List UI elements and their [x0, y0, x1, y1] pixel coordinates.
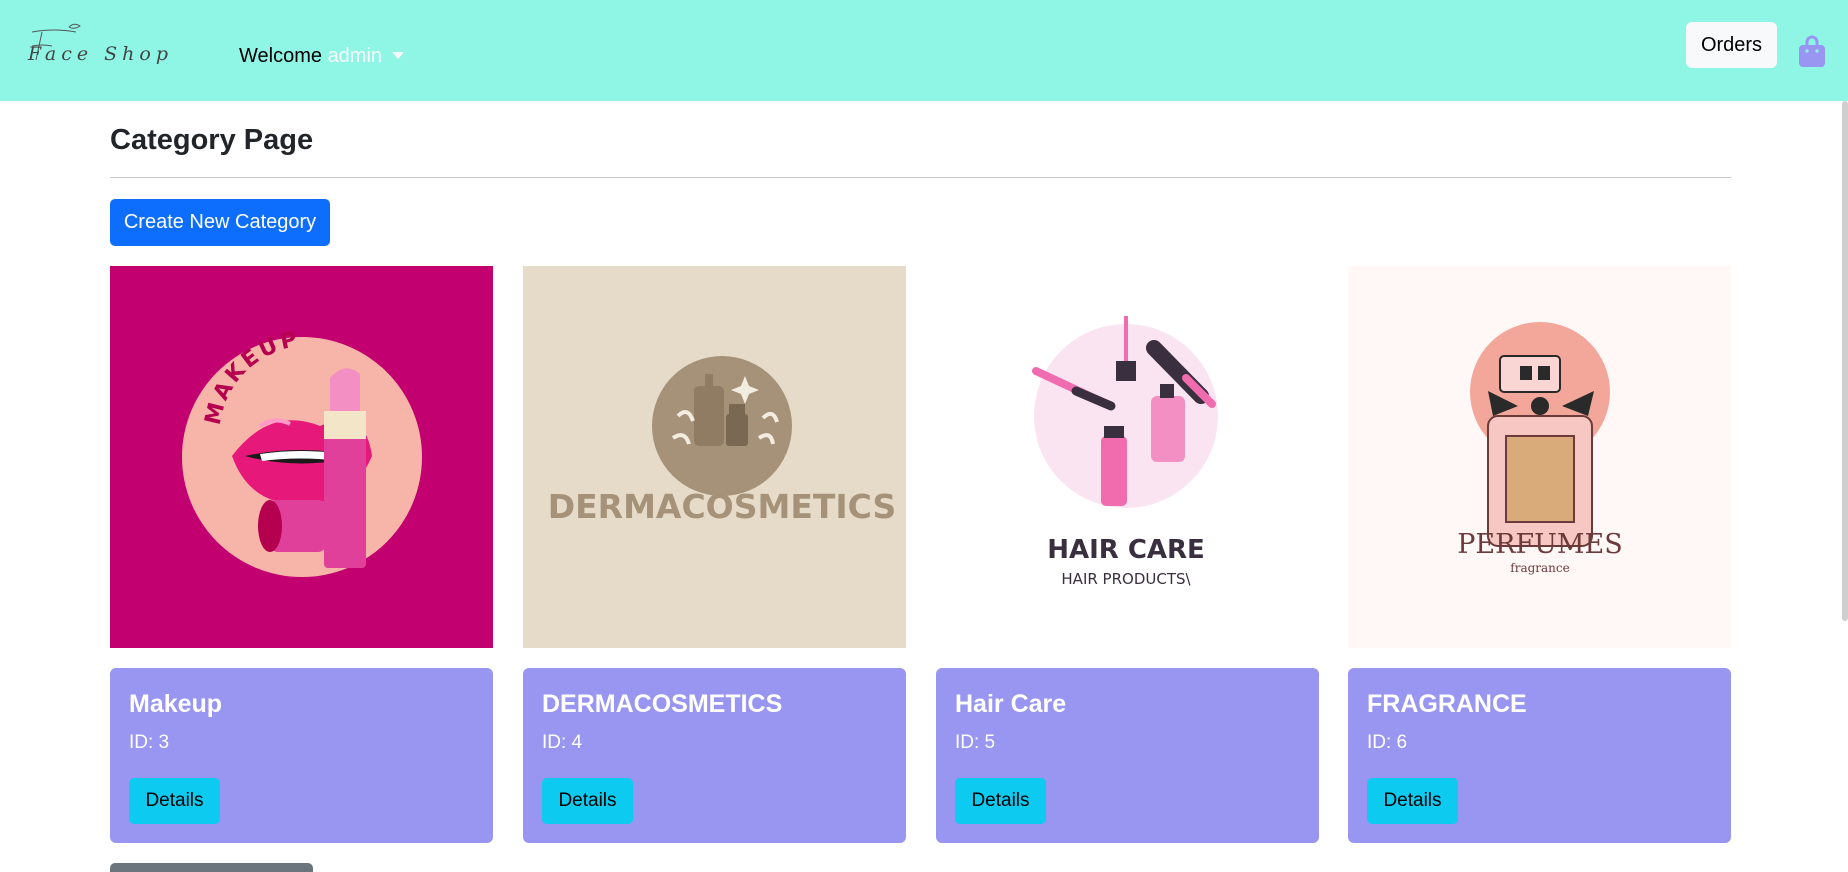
category-image-dermacosmetics[interactable]: DERMACOSMETICS	[523, 266, 906, 648]
category-id: ID: 6	[1367, 732, 1408, 753]
title-divider	[110, 177, 1731, 178]
brand-text: Face Shop	[27, 43, 173, 65]
category-id: ID: 3	[129, 732, 170, 753]
username: admin	[327, 45, 383, 67]
details-button-dermacosmetics[interactable]: Details	[542, 778, 633, 824]
dermacosmetics-image-text: DERMACOSMETICS	[548, 487, 897, 526]
category-card-fragrance: FRAGRANCE ID: 6 Details	[1348, 668, 1731, 843]
fragrance-image-subtext: fragrance	[1510, 561, 1569, 575]
category-id: ID: 5	[955, 732, 996, 753]
category-id: ID: 4	[542, 732, 583, 753]
vertical-scrollbar[interactable]	[1842, 101, 1848, 621]
category-card-dermacosmetics: DERMACOSMETICS ID: 4 Details	[523, 668, 906, 843]
hair-care-image-subtext: HAIR PRODUCTS\	[1061, 570, 1191, 588]
welcome-dropdown[interactable]: Welcome admin	[239, 45, 405, 68]
navbar: Face Shop Welcome admin Orders	[0, 0, 1848, 101]
details-button-hair-care[interactable]: Details	[955, 778, 1046, 824]
welcome-prefix: Welcome	[239, 45, 322, 67]
category-name: FRAGRANCE	[1367, 690, 1527, 718]
category-card-makeup: Makeup ID: 3 Details	[110, 668, 493, 843]
category-name: Hair Care	[955, 690, 1067, 718]
caret-down-icon	[392, 52, 405, 59]
category-image-fragrance[interactable]: PERFUMES fragrance	[1348, 266, 1731, 648]
category-card-hair-care: Hair Care ID: 5 Details	[936, 668, 1319, 843]
details-button-fragrance[interactable]: Details	[1367, 778, 1458, 824]
secondary-button[interactable]	[110, 863, 313, 872]
category-image-hair-care[interactable]: HAIR CARE HAIR PRODUCTS\	[936, 266, 1319, 648]
orders-button[interactable]: Orders	[1686, 22, 1777, 68]
hair-care-image-text: HAIR CARE	[1047, 535, 1205, 565]
create-new-category-button[interactable]: Create New Category	[110, 199, 330, 246]
details-button-makeup[interactable]: Details	[129, 778, 220, 824]
fragrance-image-text: PERFUMES	[1457, 529, 1623, 560]
category-name: Makeup	[129, 690, 223, 718]
face-shop-logo[interactable]: Face Shop	[24, 22, 214, 72]
shopping-bag-icon[interactable]	[1798, 34, 1826, 68]
category-image-makeup[interactable]: MAKEUP	[110, 266, 493, 648]
page-title: Category Page	[110, 124, 314, 156]
category-name: DERMACOSMETICS	[542, 690, 783, 718]
